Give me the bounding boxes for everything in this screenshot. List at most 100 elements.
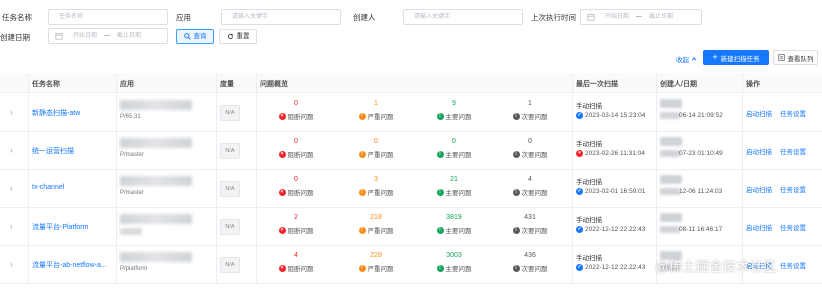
task-name-input[interactable]: 任务名称 bbox=[48, 9, 168, 25]
issue-minor[interactable]: 436 ! 次要问题 bbox=[500, 250, 560, 273]
app-branch: P/master bbox=[120, 152, 145, 158]
issue-major[interactable]: 21 ! 主要问题 bbox=[424, 174, 484, 197]
task-settings-link[interactable]: 任务设置 bbox=[780, 184, 806, 194]
scan-time-value: 2023-03-14 15:23:04 bbox=[585, 112, 646, 119]
issue-minor-label-wrap: ! 次要问题 bbox=[500, 149, 560, 159]
issue-blocker[interactable]: 2 × 阻断问题 bbox=[266, 212, 326, 235]
expand-row-icon[interactable]: › bbox=[10, 261, 16, 269]
issue-major-label: 主要问题 bbox=[445, 266, 472, 273]
end-date: 截止日期 bbox=[117, 33, 142, 39]
new-scan-task-button[interactable]: + 新建扫描任务 bbox=[703, 50, 769, 65]
issue-critical[interactable]: 1 ! 严重问题 bbox=[346, 98, 406, 121]
issue-critical[interactable]: 0 ! 严重问题 bbox=[346, 136, 406, 159]
minor-status-icon: ! bbox=[512, 188, 520, 196]
expand-row-icon[interactable]: › bbox=[10, 109, 16, 117]
issue-minor-count: 431 bbox=[524, 214, 536, 221]
app-input[interactable]: 请输入关键字 bbox=[221, 9, 341, 25]
scan-time: × 2023-02-26 11:31:04 bbox=[576, 150, 645, 157]
reset-label: 重置 bbox=[236, 33, 250, 40]
major-status-icon: ! bbox=[436, 188, 444, 196]
issue-blocker-label-wrap: × 阻断问题 bbox=[266, 111, 326, 121]
chevron-up-icon bbox=[691, 57, 697, 61]
critical-status-icon: ! bbox=[358, 264, 366, 272]
issue-major[interactable]: 9 ! 主要问题 bbox=[424, 98, 484, 121]
critical-status-icon: ! bbox=[358, 150, 366, 158]
last-exec-range[interactable]: 开始日期 — 截止日期 bbox=[580, 9, 702, 25]
watermark: @稀土掘金技术社区 bbox=[655, 259, 777, 274]
creator-time: 08-11 16:46:17 bbox=[679, 226, 723, 233]
issue-blocker[interactable]: 0 × 阻断问题 bbox=[266, 174, 326, 197]
start-scan-link[interactable]: 启动扫描 bbox=[746, 146, 772, 156]
issue-critical-label-wrap: ! 严重问题 bbox=[346, 225, 406, 235]
task-name-link[interactable]: 流量平台-Platform bbox=[32, 222, 88, 232]
view-queue-button[interactable]: 查看队列 bbox=[773, 50, 818, 65]
task-settings-link[interactable]: 任务设置 bbox=[780, 260, 806, 270]
issue-blocker[interactable]: 0 × 阻断问题 bbox=[266, 98, 326, 121]
app-name-redacted bbox=[120, 176, 192, 186]
task-settings-link[interactable]: 任务设置 bbox=[780, 146, 806, 156]
issue-minor[interactable]: 431 ! 次要问题 bbox=[500, 212, 560, 235]
start-scan-link[interactable]: 启动扫描 bbox=[746, 222, 772, 232]
new-task-label: 新建扫描任务 bbox=[720, 55, 760, 63]
expand-row-icon[interactable]: › bbox=[10, 185, 16, 193]
issue-minor-count: 1 bbox=[528, 100, 532, 107]
issue-critical[interactable]: 3 ! 严重问题 bbox=[346, 174, 406, 197]
reset-button[interactable]: 重置 bbox=[219, 29, 257, 44]
end-date: 截止日期 bbox=[649, 14, 674, 20]
scan-success-icon: ✓ bbox=[576, 112, 583, 119]
column-divider bbox=[216, 73, 217, 284]
issue-major-count: 0 bbox=[452, 138, 456, 145]
created-label: 创建日期 bbox=[0, 33, 30, 42]
start-date: 开始日期 bbox=[73, 33, 98, 39]
issue-minor[interactable]: 4 ! 次要问题 bbox=[500, 174, 560, 197]
issue-critical-label: 严重问题 bbox=[367, 152, 394, 159]
major-status-icon: ! bbox=[436, 112, 444, 120]
blocker-status-icon: × bbox=[278, 150, 286, 158]
expand-row-icon[interactable]: › bbox=[10, 223, 16, 231]
task-settings-link[interactable]: 任务设置 bbox=[780, 222, 806, 232]
task-name-link[interactable]: 统一运营扫描 bbox=[32, 146, 74, 156]
plus-icon: + bbox=[712, 52, 718, 62]
creator-time: 12-06 11:24:03 bbox=[679, 188, 723, 195]
start-scan-link[interactable]: 启动扫描 bbox=[746, 108, 772, 118]
creator-redacted bbox=[660, 213, 682, 222]
creator-input[interactable]: 请输入关键字 bbox=[403, 9, 523, 25]
blocker-status-icon: × bbox=[278, 264, 286, 272]
app-name-redacted bbox=[120, 138, 192, 148]
column-divider bbox=[256, 73, 257, 284]
issue-critical-count: 218 bbox=[370, 214, 382, 221]
issue-blocker[interactable]: 4 × 阻断问题 bbox=[266, 250, 326, 273]
creator-date-redacted bbox=[660, 188, 680, 195]
scan-success-icon: ✓ bbox=[576, 264, 583, 271]
issue-blocker[interactable]: 0 × 阻断问题 bbox=[266, 136, 326, 159]
issue-major[interactable]: 3819 ! 主要问题 bbox=[424, 212, 484, 235]
start-scan-link[interactable]: 启动扫描 bbox=[746, 184, 772, 194]
task-name-link[interactable]: 流量平台-ab-netflow-a... bbox=[32, 260, 107, 270]
issue-major[interactable]: 3003 ! 主要问题 bbox=[424, 250, 484, 273]
metric-tag: N/A bbox=[220, 181, 240, 197]
issue-minor[interactable]: 1 ! 次要问题 bbox=[500, 98, 560, 121]
created-range[interactable]: 开始日期 — 截止日期 bbox=[48, 28, 168, 44]
expand-row-icon[interactable]: › bbox=[10, 147, 16, 155]
scan-type: 手动扫描 bbox=[576, 179, 602, 186]
task-name-link[interactable]: tx-channel bbox=[32, 184, 64, 191]
query-button[interactable]: 查询 bbox=[176, 29, 214, 44]
issue-blocker-count: 2 bbox=[294, 214, 298, 221]
task-name-link[interactable]: 新静态扫描-atw bbox=[32, 108, 80, 118]
scan-success-icon: ✓ bbox=[576, 188, 583, 195]
task-settings-link[interactable]: 任务设置 bbox=[780, 108, 806, 118]
issue-minor[interactable]: 0 ! 次要问题 bbox=[500, 136, 560, 159]
creator-redacted bbox=[660, 137, 682, 146]
issue-major[interactable]: 0 ! 主要问题 bbox=[424, 136, 484, 159]
collapse-link[interactable]: 收起 bbox=[676, 54, 697, 64]
scan-time-value: 2022-12-12 22:22:43 bbox=[585, 226, 646, 233]
search-icon bbox=[183, 33, 191, 40]
scan-type: 手动扫描 bbox=[576, 103, 602, 110]
issue-critical[interactable]: 218 ! 严重问题 bbox=[346, 212, 406, 235]
issue-critical-label: 严重问题 bbox=[367, 266, 394, 273]
issue-critical[interactable]: 228 ! 严重问题 bbox=[346, 250, 406, 273]
col-creator: 创建人/日期 bbox=[660, 81, 697, 88]
issue-major-count: 9 bbox=[452, 100, 456, 107]
col-task-name: 任务名称 bbox=[32, 81, 60, 88]
issue-blocker-label-wrap: × 阻断问题 bbox=[266, 187, 326, 197]
